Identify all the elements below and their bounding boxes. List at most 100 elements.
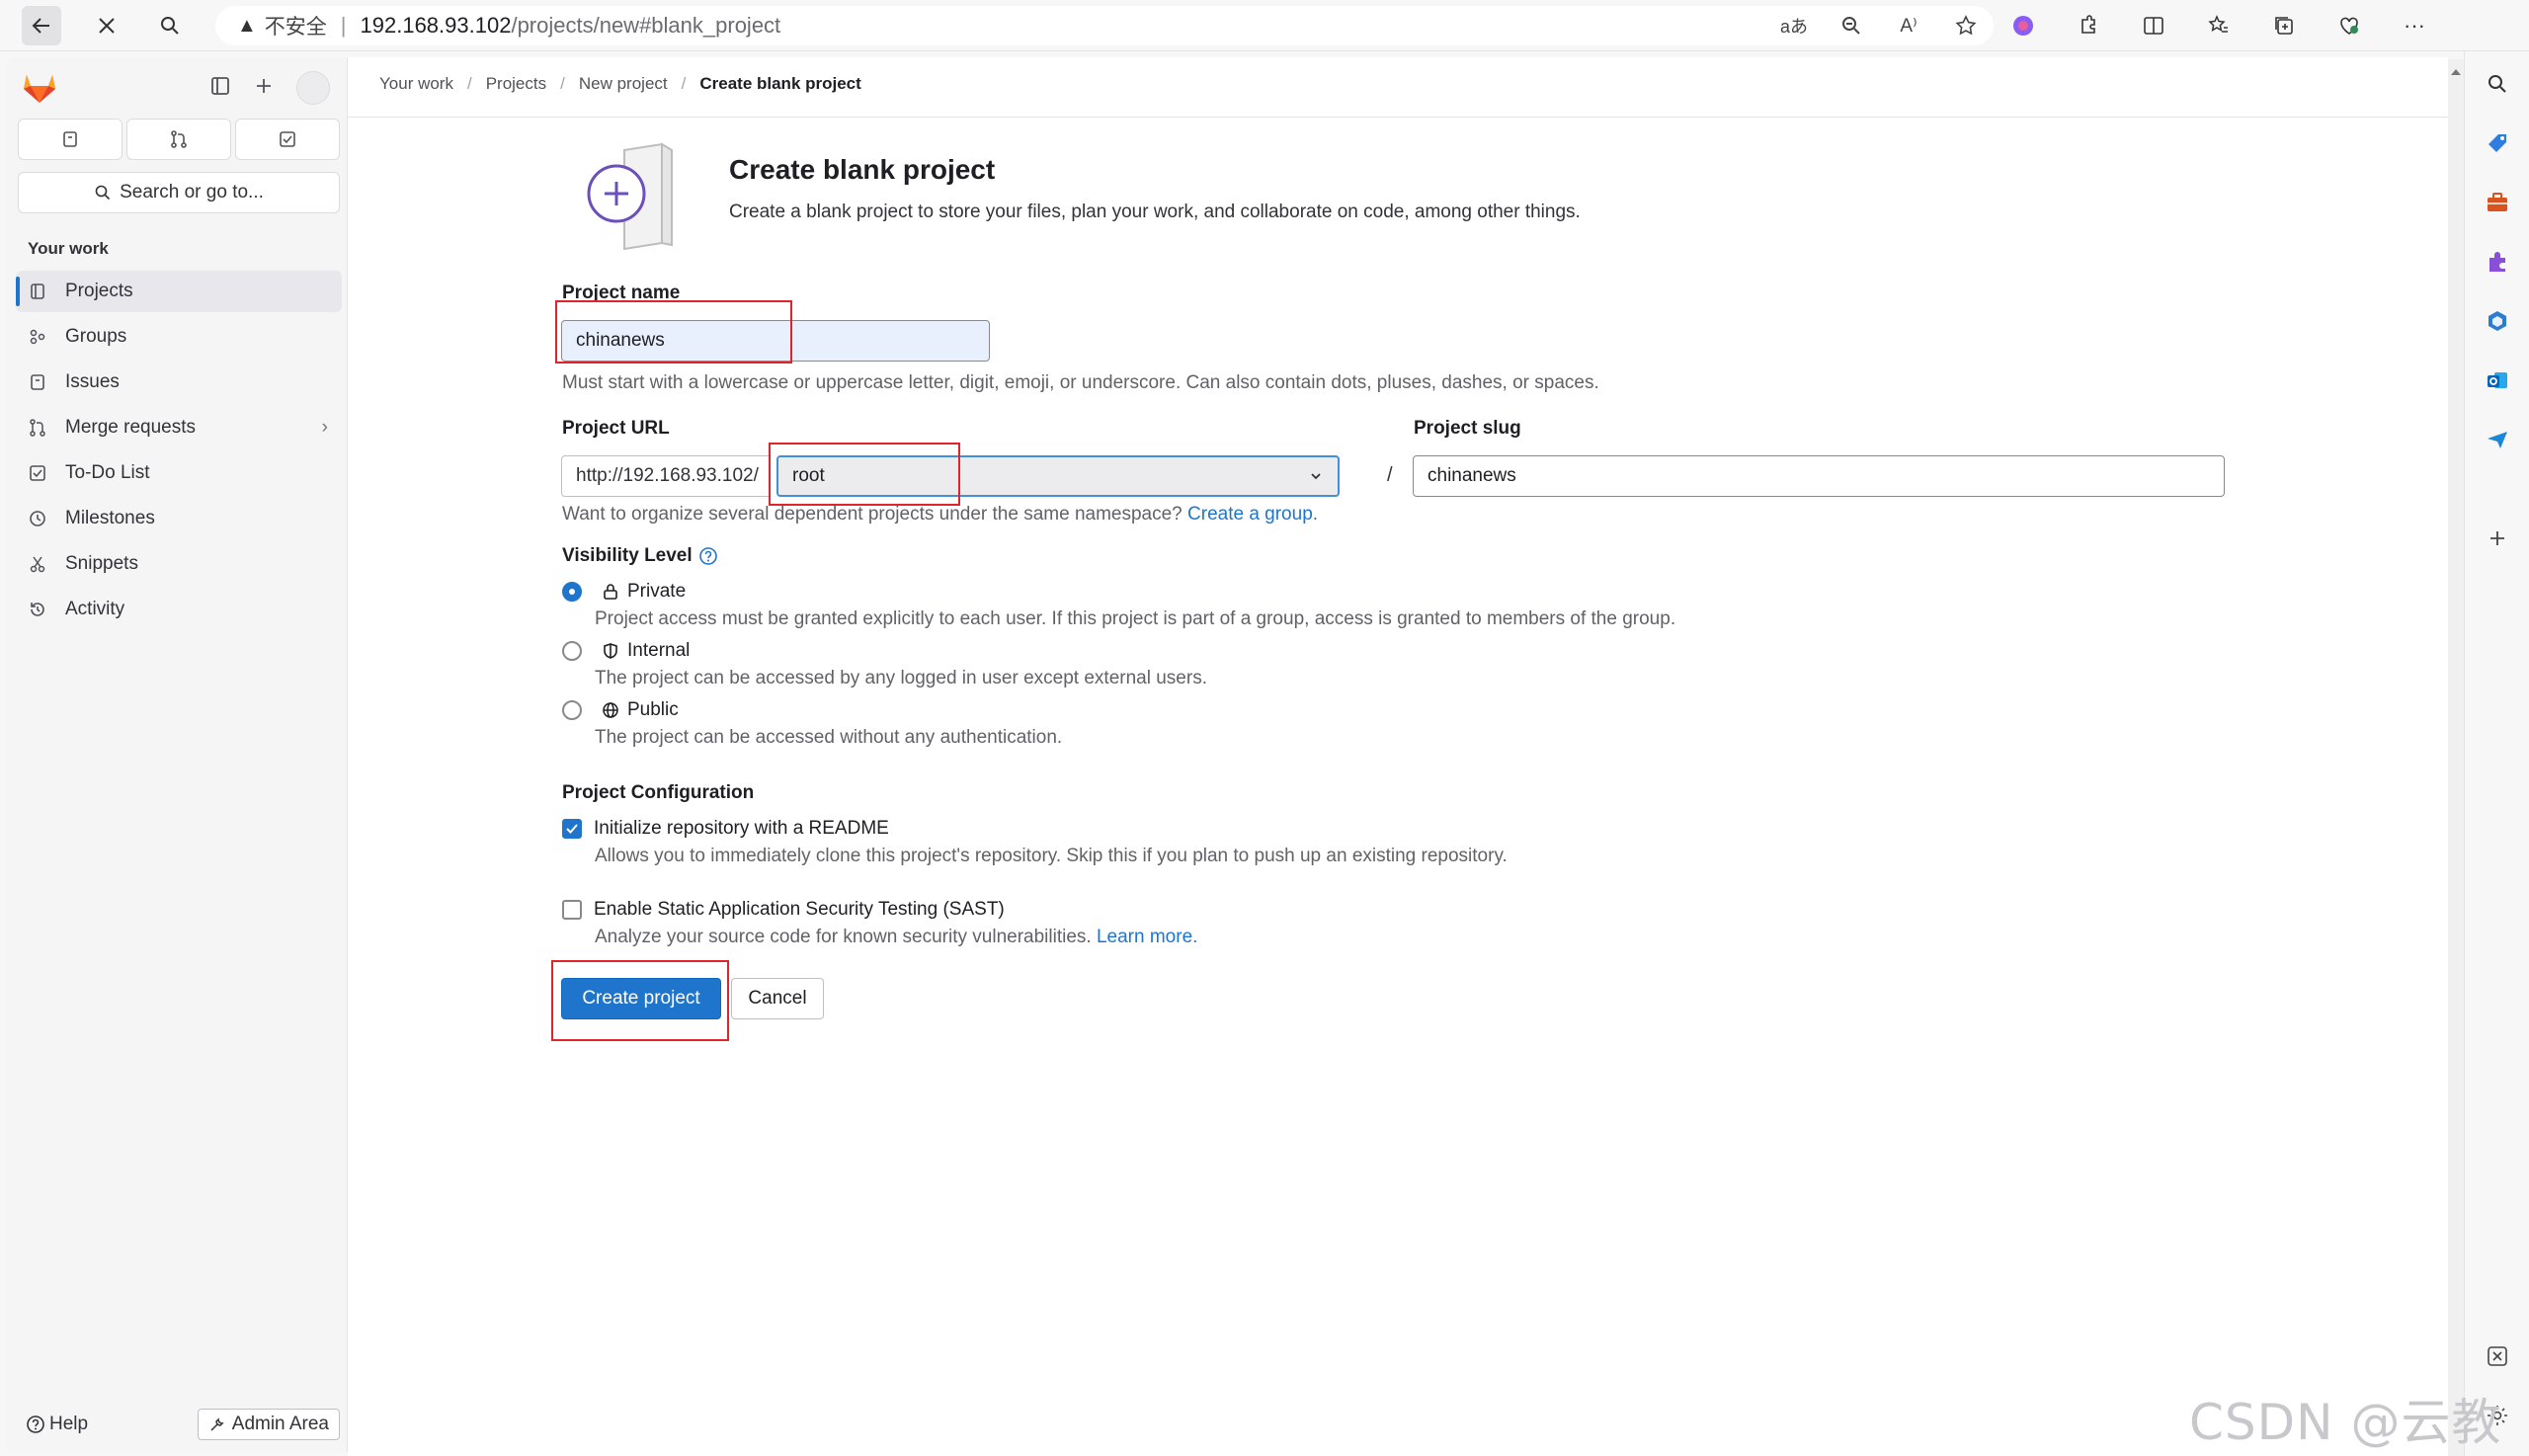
sidebar-item-activity[interactable]: Activity xyxy=(16,589,342,630)
avatar[interactable] xyxy=(296,71,330,105)
visibility-internal-option[interactable]: Internal xyxy=(562,640,690,662)
project-slug-input[interactable]: chinanews xyxy=(1413,455,2225,497)
translate-icon[interactable]: aあ xyxy=(1776,8,1812,43)
readme-checkbox[interactable] xyxy=(562,819,582,839)
sidebar-toggle-icon[interactable] xyxy=(209,75,231,102)
add-icon[interactable] xyxy=(2481,522,2514,555)
todo-icon xyxy=(30,465,45,481)
zoom-out-icon[interactable] xyxy=(1834,8,1869,43)
url-slug-separator: / xyxy=(1387,464,1393,486)
games-puzzle-icon[interactable] xyxy=(2481,245,2514,279)
read-aloud-icon[interactable]: A⁾ xyxy=(1891,8,1926,43)
breadcrumb: Your work / Projects / New project / Cre… xyxy=(379,74,861,94)
sidebar-item-label: Snippets xyxy=(65,553,138,574)
screenshot-icon[interactable] xyxy=(2481,1339,2514,1373)
address-separator: | xyxy=(340,13,347,38)
search-input[interactable]: Search or go to... xyxy=(18,172,340,213)
toolbox-icon[interactable] xyxy=(2481,186,2514,219)
outlook-icon[interactable] xyxy=(2481,364,2514,397)
sidebar-item-label: Projects xyxy=(65,281,133,301)
sidebar-item-issues[interactable]: Issues xyxy=(16,362,342,403)
issues-icon xyxy=(31,374,44,390)
cancel-button[interactable]: Cancel xyxy=(731,978,824,1019)
search-icon xyxy=(161,17,179,35)
warning-icon: ▲ xyxy=(237,14,257,37)
public-label: Public xyxy=(627,699,679,720)
internal-radio[interactable] xyxy=(562,641,582,661)
sidebar-item-todo-list[interactable]: To-Do List xyxy=(16,452,342,494)
more-menu-icon[interactable]: ··· xyxy=(2397,8,2432,43)
scroll-up-icon[interactable] xyxy=(2448,65,2464,79)
wrench-icon xyxy=(210,1417,224,1431)
learn-more-link[interactable]: Learn more. xyxy=(1097,927,1197,947)
breadcrumb-separator: / xyxy=(466,74,472,93)
address-bar[interactable]: ▲ 不安全 | 192.168.93.102 /projects/new#bla… xyxy=(215,6,1994,45)
internal-label: Internal xyxy=(627,640,691,661)
globe-icon xyxy=(603,702,618,718)
sidebar-item-label: Merge requests xyxy=(65,417,197,438)
question-icon xyxy=(27,1416,44,1433)
breadcrumb-new-project[interactable]: New project xyxy=(579,74,668,94)
highlight-box xyxy=(555,300,792,364)
project-url-label: Project URL xyxy=(562,418,670,439)
private-label: Private xyxy=(627,581,687,602)
favorite-star-icon[interactable] xyxy=(1948,8,1984,43)
check-icon xyxy=(566,824,578,834)
sidebar-item-milestones[interactable]: Milestones xyxy=(16,498,342,539)
sidebar-item-projects[interactable]: Projects xyxy=(16,271,342,312)
sidebar-item-merge-requests[interactable]: Merge requests › xyxy=(16,407,342,448)
microsoft-365-icon[interactable] xyxy=(2481,304,2514,338)
visibility-private-option[interactable]: Private xyxy=(562,581,686,603)
sast-label: Enable Static Application Security Testi… xyxy=(594,899,1005,920)
sidebar-item-snippets[interactable]: Snippets xyxy=(16,543,342,585)
visibility-public-option[interactable]: Public xyxy=(562,699,679,721)
merge-request-icon xyxy=(171,130,187,148)
namespace-help: Want to organize several dependent proje… xyxy=(562,504,1318,526)
public-radio[interactable] xyxy=(562,700,582,720)
main-content: Your work / Projects / New project / Cre… xyxy=(348,57,2448,1456)
sast-description-text: Analyze your source code for known secur… xyxy=(595,927,1092,947)
create-group-link[interactable]: Create a group. xyxy=(1187,504,1318,525)
merge-requests-button[interactable] xyxy=(126,119,231,160)
breadcrumb-your-work[interactable]: Your work xyxy=(379,74,453,94)
create-new-icon[interactable] xyxy=(253,75,275,102)
browser-search-button[interactable] xyxy=(150,6,190,45)
back-button[interactable] xyxy=(22,6,61,45)
collections-icon[interactable] xyxy=(2266,8,2302,43)
project-slug-label: Project slug xyxy=(1414,418,1521,439)
sast-checkbox[interactable] xyxy=(562,900,582,920)
chevron-right-icon: › xyxy=(321,417,328,438)
breadcrumb-projects[interactable]: Projects xyxy=(486,74,546,94)
sidebar-item-label: To-Do List xyxy=(65,462,150,483)
sidebar-item-groups[interactable]: Groups xyxy=(16,316,342,358)
favorites-icon[interactable] xyxy=(2201,8,2237,43)
help-label: Help xyxy=(49,1414,89,1434)
stop-button[interactable] xyxy=(87,6,126,45)
shopping-tag-icon[interactable] xyxy=(2481,126,2514,160)
history-icon xyxy=(31,603,44,616)
extensions-icon[interactable] xyxy=(2071,8,2106,43)
private-radio[interactable] xyxy=(562,582,582,602)
copilot-icon[interactable] xyxy=(2005,8,2041,43)
sast-description: Analyze your source code for known secur… xyxy=(595,927,1197,948)
split-screen-icon[interactable] xyxy=(2136,8,2171,43)
public-description: The project can be accessed without any … xyxy=(595,727,1063,748)
browser-essentials-icon[interactable] xyxy=(2331,8,2367,43)
readme-option[interactable]: Initialize repository with a README xyxy=(562,818,889,840)
edge-search-icon[interactable] xyxy=(2481,67,2514,101)
gitlab-logo-icon[interactable] xyxy=(20,67,59,107)
highlight-box xyxy=(551,960,729,1041)
chevron-down-icon xyxy=(1311,473,1321,480)
help-button[interactable]: Help xyxy=(26,1414,88,1435)
search-placeholder: Search or go to... xyxy=(120,182,264,202)
todos-button[interactable] xyxy=(235,119,340,160)
close-icon xyxy=(99,18,115,34)
send-icon[interactable] xyxy=(2481,423,2514,456)
sast-option[interactable]: Enable Static Application Security Testi… xyxy=(562,899,1005,921)
question-circle-icon[interactable] xyxy=(698,546,718,566)
page-scrollbar[interactable] xyxy=(2448,59,2464,1456)
admin-area-button[interactable]: Admin Area xyxy=(197,1409,340,1440)
assigned-issues-button[interactable] xyxy=(18,119,122,160)
breadcrumb-current[interactable]: Create blank project xyxy=(699,74,860,94)
blank-project-illustration-icon xyxy=(587,142,673,251)
